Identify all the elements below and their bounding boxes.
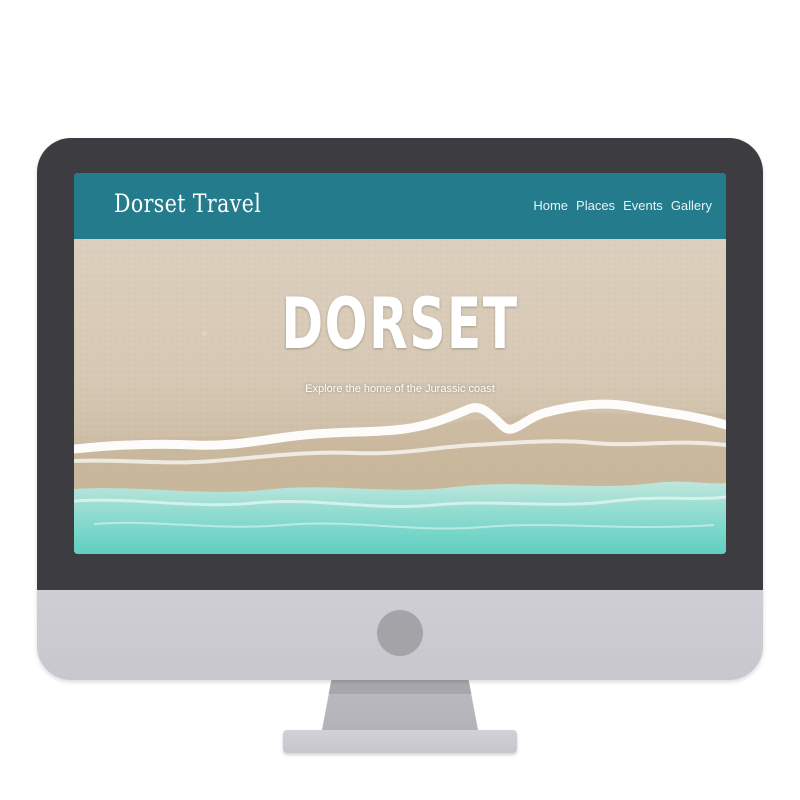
nav-events[interactable]: Events	[623, 198, 663, 213]
monitor-chin	[37, 590, 763, 680]
monitor-stand-base	[283, 730, 517, 753]
hero-subtitle: Explore the home of the Jurassic coast	[305, 383, 495, 395]
nav-gallery[interactable]: Gallery	[671, 198, 712, 213]
nav-home[interactable]: Home	[533, 198, 568, 213]
site-brand[interactable]: Dorset Travel	[114, 189, 261, 218]
nav-places[interactable]: Places	[576, 198, 615, 213]
hero-title: DORSET	[281, 283, 519, 365]
apple-logo-icon	[377, 610, 423, 656]
screen: Dorset Travel Home Places Events Gallery	[74, 173, 726, 554]
hero-banner: DORSET Explore the home of the Jurassic …	[74, 239, 726, 554]
imac-mockup: Dorset Travel Home Places Events Gallery	[0, 0, 800, 800]
site-header: Dorset Travel Home Places Events Gallery	[74, 173, 726, 239]
monitor-stand-shadow	[328, 680, 472, 694]
main-nav: Home Places Events Gallery	[533, 198, 712, 213]
